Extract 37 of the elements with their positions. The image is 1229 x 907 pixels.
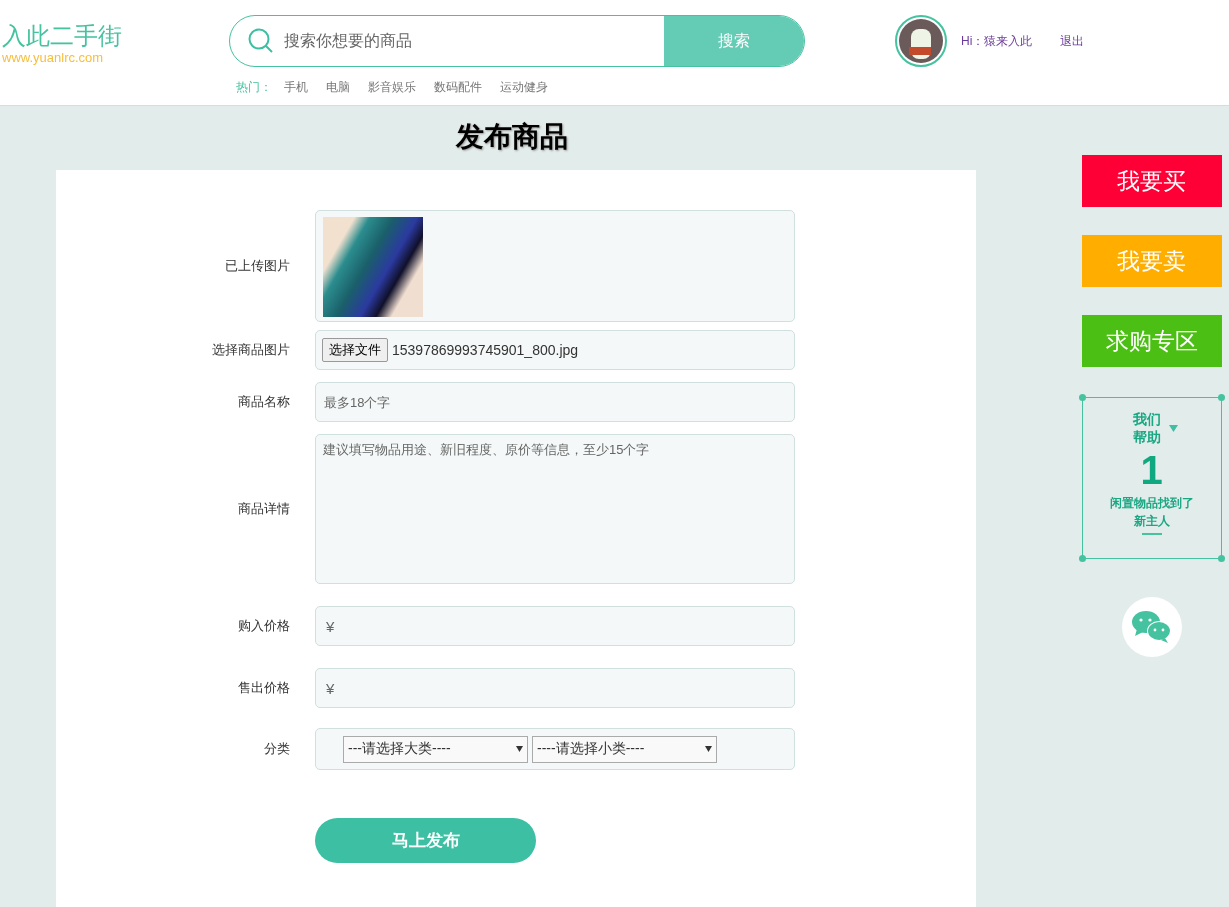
category-dropdown[interactable]: ---请选择大类---- (343, 735, 528, 763)
page-title: 发布商品 (456, 119, 568, 155)
stats-caption: 闲置物品找到了 新主人 (1109, 495, 1194, 530)
currency-sign: ¥ (326, 617, 335, 635)
field-label: 购入价格 (237, 617, 290, 635)
search-icon (248, 28, 274, 54)
stats-count: 1 (1140, 447, 1163, 494)
details-field[interactable]: 建议填写物品用途、新旧程度、原价等信息，至少15个字 (315, 434, 795, 584)
price-field[interactable]: ¥ (315, 668, 795, 708)
choose-file-button[interactable]: 选择文件 (322, 338, 388, 362)
field-label: 分类 (263, 740, 290, 758)
caret-icon (705, 746, 712, 752)
price-field[interactable]: ¥ (315, 606, 795, 646)
hot-link[interactable]: 手机 (284, 79, 308, 96)
hot-link[interactable]: 数码配件 (434, 79, 482, 96)
field-label: 已上传图片 (224, 257, 290, 275)
field-label: 商品名称 (237, 393, 290, 411)
currency-sign: ¥ (326, 679, 335, 697)
caret-icon (516, 746, 523, 752)
category-dropdown[interactable]: ----请选择小类---- (532, 735, 717, 763)
field-label: 售出价格 (237, 679, 290, 697)
hot-label: 热门： (236, 79, 272, 96)
file-name: 15397869993745901_800.jpg (392, 342, 579, 358)
file-field[interactable]: 选择文件 15397869993745901_800.jpg (315, 330, 795, 370)
user-greeting[interactable]: Hi：猿来入此 (961, 32, 1033, 50)
logout-link[interactable]: 退出 (1060, 32, 1085, 50)
stats-heading: 我们 帮助 (1133, 410, 1161, 446)
field-label: 选择商品图片 (211, 341, 290, 359)
hot-link[interactable]: 运动健身 (500, 79, 548, 96)
site-url: www.yuanlrc.com (2, 50, 105, 65)
hot-link[interactable]: 电脑 (326, 79, 350, 96)
field-label: 商品详情 (237, 500, 290, 518)
triangle-icon (1169, 424, 1178, 432)
avatar[interactable] (895, 15, 947, 67)
name-field[interactable]: 最多18个字 (315, 382, 795, 422)
hot-link[interactable]: 影音娱乐 (368, 79, 416, 96)
sidebar-button[interactable]: 我要买 (1081, 155, 1222, 207)
